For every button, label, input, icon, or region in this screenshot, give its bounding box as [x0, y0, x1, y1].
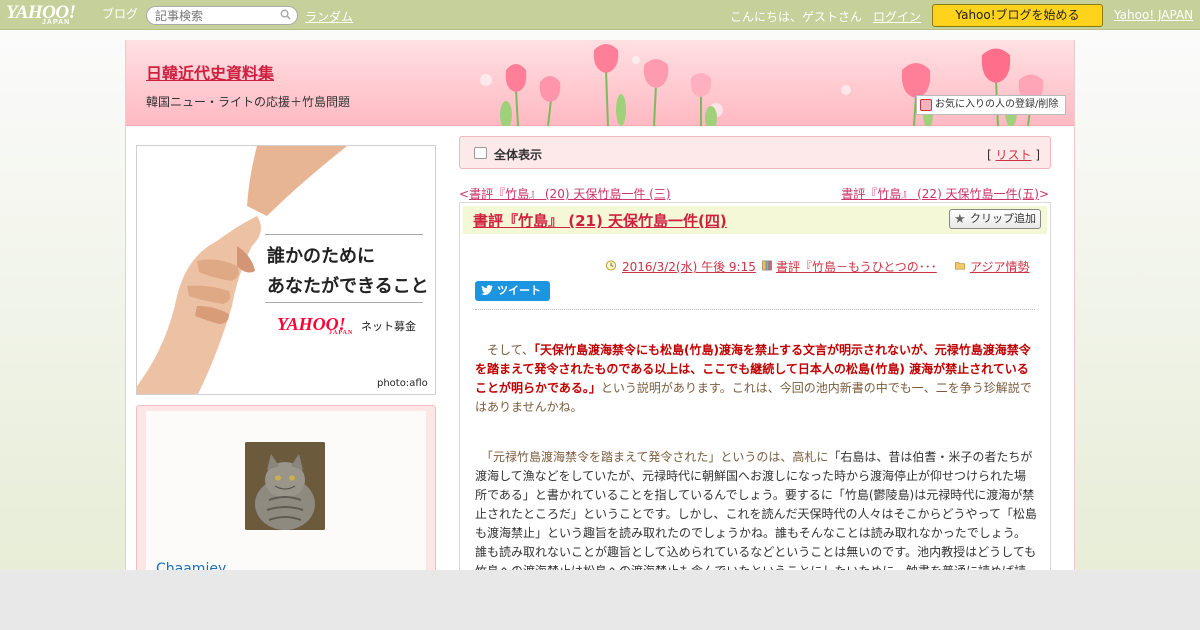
heart-icon [920, 99, 932, 111]
clip-button-label: クリップ追加 [970, 212, 1036, 225]
article-date-link[interactable]: 2016/3/2(水) 午後 9:15 [622, 258, 756, 275]
arrow-box-icon [474, 147, 487, 159]
article-paragraph-1: そして、「天保竹島渡海禁令にも松島(竹島)渡海を禁止する文言が明示されないが、元… [475, 341, 1038, 417]
article-header: 書評『竹島』 (21) 天保竹島一件(四) ★ クリップ追加 [463, 206, 1047, 234]
view-all-label: 全体表示 [494, 148, 543, 162]
cat-photo [245, 442, 325, 530]
clip-add-button[interactable]: ★ クリップ追加 [949, 209, 1041, 229]
list-view-link[interactable]: リスト [995, 148, 1031, 162]
yahoo-japan-link[interactable]: Yahoo! JAPAN [1114, 8, 1193, 22]
ad-rule-top [265, 234, 423, 235]
favorite-button-label: お気に入りの人の登録/削除 [935, 99, 1059, 110]
search-icon[interactable] [280, 9, 291, 20]
yahoo-blog-logo[interactable]: YAHOO! JAPAN ブログ [6, 2, 140, 28]
prev-article-title: 書評『竹島』 (20) 天保竹島一件 (三) [469, 187, 671, 201]
next-article-link[interactable]: 書評『竹島』 (22) 天保竹島一件(五)> [841, 185, 1049, 202]
article-paragraph-2: 「元禄竹島渡海禁令を踏まえて発令された」というのは、高札に「右島は、昔は伯耆・米… [475, 448, 1038, 570]
favorite-register-button[interactable]: お気に入りの人の登録/削除 [916, 95, 1066, 115]
profile-inner: Chaamiey [146, 411, 426, 570]
prev-arrow: < [459, 187, 470, 201]
blog-header: 日韓近代史資料集 韓国ニュー・ライトの応援＋竹島問題 お気に入りの人の登録/削除 [126, 40, 1074, 126]
p2-quote: 「元禄竹島渡海禁令を踏まえて発令された」というのは、高札に [475, 450, 829, 464]
tweet-button[interactable]: ツイート [475, 281, 550, 301]
search-box[interactable] [146, 6, 298, 25]
yahoo-top-bar: YAHOO! JAPAN ブログ ランダム こんにちは、ゲストさん ログイン Y… [0, 0, 1200, 30]
clock-icon [605, 260, 617, 271]
yahoo-japan-logo: YAHOO! JAPAN [277, 314, 352, 336]
prev-article-link[interactable]: <書評『竹島』 (20) 天保竹島一件 (三) [459, 185, 671, 202]
start-blog-button[interactable]: Yahoo!ブログを始める [932, 4, 1103, 27]
next-article-title: 書評『竹島』 (22) 天保竹島一件(五) [841, 187, 1039, 201]
ad-headline-1: 誰かのために [267, 246, 375, 267]
search-input[interactable] [155, 7, 275, 24]
folder-icon [955, 262, 965, 270]
greeting-text: こんにちは、ゲストさん [730, 10, 863, 24]
logo-blog-label: ブログ [102, 7, 139, 21]
view-mode-bar: 全体表示 [ リスト ] [459, 136, 1051, 169]
ad-rule-bottom [265, 302, 423, 303]
login-link[interactable]: ログイン [873, 8, 921, 25]
list-view-toggle: [ リスト ] [987, 146, 1040, 163]
hands-photo [137, 146, 347, 394]
ad-service-label: ネット募金 [361, 320, 416, 333]
ad-logo-sub: JAPAN [329, 330, 354, 336]
tweet-button-label: ツイート [497, 284, 541, 297]
blog-title-link[interactable]: 日韓近代史資料集 [146, 60, 274, 84]
next-arrow: > [1038, 187, 1049, 201]
book-category-link[interactable]: 書評『竹島－もうひとつの･･･ [776, 258, 937, 275]
logo-sub: JAPAN [42, 19, 71, 26]
avatar[interactable] [245, 442, 325, 530]
article-title-link[interactable]: 書評『竹島』 (21) 天保竹島一件(四) [473, 210, 727, 231]
random-link[interactable]: ランダム [305, 8, 353, 25]
blog-description: 韓国ニュー・ライトの応援＋竹島問題 [146, 95, 351, 109]
twitter-bird-icon [481, 285, 493, 296]
article-divider [475, 309, 1035, 310]
star-icon: ★ [954, 212, 966, 227]
p2-rest: 「右島は、昔は伯耆・米子の者たちが渡海して漁などをしていたが、元禄時代に朝鮮国へ… [475, 450, 1037, 570]
profile-box: Chaamiey [136, 405, 436, 570]
folder-category-link[interactable]: アジア情勢 [970, 258, 1030, 275]
book-icon [762, 260, 772, 271]
photo-credit: photo:aflo [377, 378, 428, 389]
profile-username-link[interactable]: Chaamiey [156, 561, 226, 570]
bottom-gray-area [0, 570, 1200, 630]
charity-ad-banner[interactable]: 誰かのために あなたができること YAHOO! JAPAN ネット募金 phot… [136, 145, 436, 395]
list-bracket-close: ] [1031, 148, 1040, 162]
ad-headline-2: あなたができること [267, 276, 429, 297]
page-background: 日韓近代史資料集 韓国ニュー・ライトの応援＋竹島問題 お気に入りの人の登録/削除… [0, 30, 1200, 570]
blog-container: 日韓近代史資料集 韓国ニュー・ライトの応援＋竹島問題 お気に入りの人の登録/削除… [125, 40, 1075, 570]
article-box: 書評『竹島』 (21) 天保竹島一件(四) ★ クリップ追加 2016/3/2(… [459, 202, 1051, 570]
p1-intro: そして、 [475, 343, 535, 357]
